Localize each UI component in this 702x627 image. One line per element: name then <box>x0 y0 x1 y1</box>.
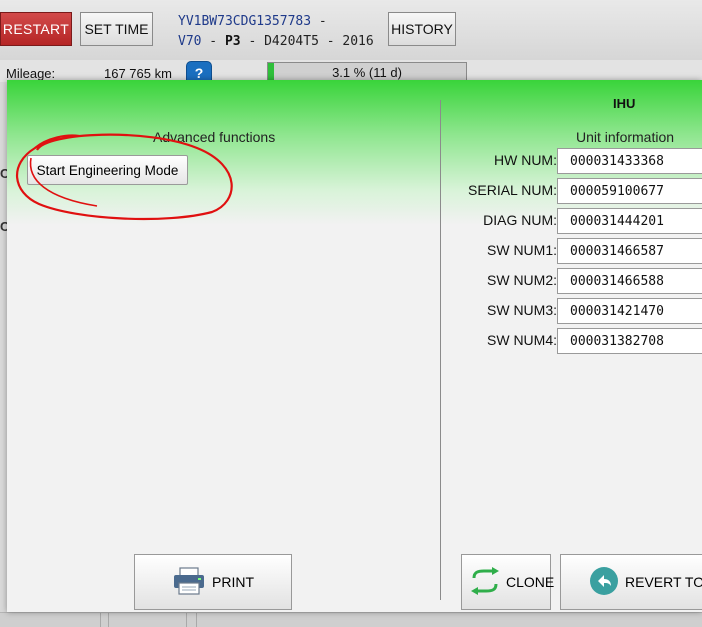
strip-divider <box>186 613 187 627</box>
print-button[interactable]: PRINT <box>134 554 292 610</box>
strip-divider <box>196 613 197 627</box>
ihu-dialog: Advanced functions Start Engineering Mod… <box>7 80 702 612</box>
field-row-sw-num2: SW NUM2: 000031466588 <box>447 268 702 294</box>
print-label: PRINT <box>212 574 254 590</box>
strip-divider <box>100 613 101 627</box>
field-row-sw-num1: SW NUM1: 000031466587 <box>447 238 702 264</box>
sw-num2-field[interactable]: 000031466588 <box>557 268 702 294</box>
field-row-hw-num: HW NUM: 000031433368 <box>447 148 702 174</box>
vin-separator: - <box>311 14 327 29</box>
hw-num-label: HW NUM: <box>494 152 557 168</box>
engine-separator: - <box>318 34 343 49</box>
printer-icon <box>172 566 206 599</box>
sw-num3-label: SW NUM3: <box>487 302 557 318</box>
history-button[interactable]: HISTORY <box>388 12 456 46</box>
diag-num-field[interactable]: 000031444201 <box>557 208 702 234</box>
field-row-serial-num: SERIAL NUM: 000059100677 <box>447 178 702 204</box>
diag-num-label: DIAG NUM: <box>483 212 557 228</box>
strip-divider <box>108 613 109 627</box>
platform-text: P3 <box>224 34 241 49</box>
field-row-diag-num: DIAG NUM: 000031444201 <box>447 208 702 234</box>
progress-text: 3.1 % (11 d) <box>332 64 402 80</box>
sw-num4-field[interactable]: 000031382708 <box>557 328 702 354</box>
platform-separator: - <box>240 34 265 49</box>
model-separator: - <box>201 34 225 49</box>
sw-num3-field[interactable]: 000031421470 <box>557 298 702 324</box>
vin-text: YV1BW73CDG1357783 <box>178 14 312 29</box>
vehicle-info: YV1BW73CDG1357783 - V70 - P3 - D4204T5 -… <box>178 12 374 52</box>
unit-information-title: Unit information <box>576 129 675 145</box>
mileage-label: Mileage: <box>6 66 56 81</box>
service-progress-bar: 3.1 % (11 d) <box>267 62 467 82</box>
unit-title: IHU <box>613 96 636 111</box>
field-row-sw-num3: SW NUM3: 000031421470 <box>447 298 702 324</box>
annotation-stroke <box>16 133 233 221</box>
annotation-circle <box>16 133 233 221</box>
sw-num4-label: SW NUM4: <box>487 332 557 348</box>
clone-label: CLONE <box>506 574 555 590</box>
restart-button[interactable]: RESTART <box>0 12 72 46</box>
bottom-status-strip <box>0 612 702 627</box>
serial-num-field[interactable]: 000059100677 <box>557 178 702 204</box>
engine-text: D4204T5 <box>264 34 319 49</box>
mileage-value: 167 765 km <box>104 66 172 81</box>
sw-num1-field[interactable]: 000031466587 <box>557 238 702 264</box>
sw-num1-label: SW NUM1: <box>487 242 557 258</box>
annotation-stroke <box>29 157 98 207</box>
panel-divider <box>440 100 441 600</box>
clone-arrows-icon <box>468 566 502 599</box>
clone-button[interactable]: CLONE <box>461 554 555 610</box>
set-time-button[interactable]: SET TIME <box>80 12 153 46</box>
revert-arrow-icon <box>589 566 619 599</box>
revert-button[interactable]: REVERT TO O <box>560 554 702 610</box>
year-text: 2016 <box>342 34 374 49</box>
hw-num-field[interactable]: 000031433368 <box>557 148 702 174</box>
revert-label: REVERT TO O <box>625 574 702 590</box>
serial-num-label: SERIAL NUM: <box>468 182 557 198</box>
field-row-sw-num4: SW NUM4: 000031382708 <box>447 328 702 354</box>
sw-num2-label: SW NUM2: <box>487 272 557 288</box>
model-text: V70 <box>178 34 202 49</box>
